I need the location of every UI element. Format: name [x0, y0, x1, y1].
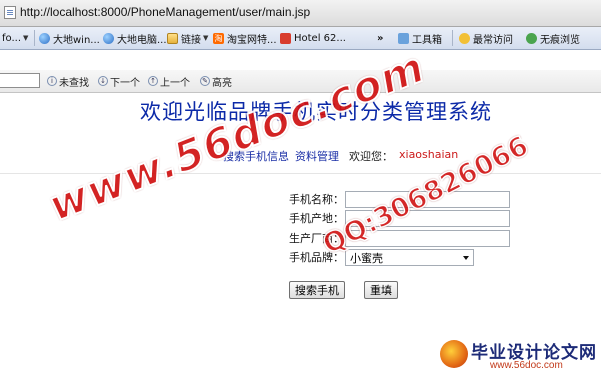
overflow-chevron-icon: » — [377, 32, 384, 44]
gear-icon — [526, 32, 537, 44]
site-logo: 毕业设计论文网 www.56doc.com — [440, 338, 600, 374]
brand-selected-value: 小蜜壳 — [350, 251, 383, 265]
folder-icon — [167, 32, 178, 44]
toolbox-icon — [398, 32, 409, 44]
find-next-label: 下一个 — [110, 77, 140, 89]
username: xiaoshaian — [399, 148, 459, 161]
globe-icon — [39, 32, 50, 44]
find-previous-label: 上一个 — [160, 77, 190, 89]
bookmark-item[interactable]: 淘 淘宝网特... — [213, 30, 277, 46]
find-status: i 未查找 — [47, 74, 89, 89]
bookmark-label: 大地电脑... — [117, 34, 167, 46]
bookmark-label: 大地win... — [53, 34, 100, 46]
bookmark-item[interactable]: 大地win... — [39, 30, 100, 46]
bookmark-item[interactable]: 大地电脑... — [103, 30, 167, 46]
private-browsing-button[interactable]: 无痕浏览 — [526, 30, 580, 46]
bookmark-folder[interactable]: 链接 ▼ — [167, 30, 208, 46]
find-status-label: 未查找 — [59, 77, 89, 89]
welcome-text: 欢迎您： — [349, 150, 393, 163]
phone-name-row: 手机名称： — [289, 190, 345, 208]
bookmarks-overflow-button[interactable]: » — [377, 30, 383, 46]
highlight-button[interactable]: ✎ 高亮 — [200, 74, 232, 89]
logo-icon — [440, 340, 468, 368]
bookmark-item[interactable]: Hotel 62... — [280, 30, 346, 46]
arrow-up-icon: ↑ — [148, 76, 158, 86]
pen-icon: ✎ — [200, 76, 210, 86]
find-previous-button[interactable]: ↑ 上一个 — [148, 74, 190, 89]
bookmark-label: 无痕浏览 — [540, 34, 580, 46]
bookmark-label: 工具箱 — [412, 34, 442, 46]
arrow-down-icon: ↓ — [98, 76, 108, 86]
taobao-icon: 淘 — [213, 32, 224, 44]
url-text[interactable]: http://localhost:8000/PhoneManagement/us… — [20, 5, 310, 19]
reset-button[interactable]: 重填 — [364, 281, 398, 299]
chevron-down-icon: ▼ — [203, 34, 209, 42]
logo-url: www.56doc.com — [490, 360, 563, 371]
bookmark-label: 最常访问 — [473, 34, 513, 46]
separator — [34, 30, 35, 46]
find-next-button[interactable]: ↓ 下一个 — [98, 74, 140, 89]
brand-select[interactable]: 小蜜壳 — [345, 249, 474, 266]
bookmark-label: 链接 — [181, 34, 201, 46]
toolbox-button[interactable]: 工具箱 — [398, 30, 442, 46]
separator — [452, 30, 453, 46]
bookmark-item[interactable]: fo... ▼ — [2, 30, 28, 46]
phone-name-label: 手机名称： — [289, 193, 344, 206]
page-icon — [4, 6, 16, 19]
chevron-down-icon — [463, 255, 469, 260]
chevron-down-icon: ▼ — [23, 34, 29, 42]
bookmark-label: fo... — [2, 32, 21, 44]
hotel-icon — [280, 32, 291, 44]
globe-icon — [103, 32, 114, 44]
most-visited-button[interactable]: 最常访问 — [459, 30, 513, 46]
bookmarks-bar: fo... ▼ 大地win... 大地电脑... 链接 ▼ 淘 淘宝网特... … — [0, 27, 601, 50]
info-icon: i — [47, 76, 57, 86]
search-phone-button[interactable]: 搜索手机 — [289, 281, 345, 299]
highlight-label: 高亮 — [212, 77, 232, 89]
address-bar[interactable]: http://localhost:8000/PhoneManagement/us… — [0, 0, 601, 27]
bookmark-label: Hotel 62... — [294, 32, 346, 44]
find-input[interactable] — [0, 73, 40, 88]
profile-link[interactable]: 资料管理 — [295, 148, 339, 164]
bookmark-label: 淘宝网特... — [227, 34, 277, 46]
star-icon — [459, 32, 470, 44]
